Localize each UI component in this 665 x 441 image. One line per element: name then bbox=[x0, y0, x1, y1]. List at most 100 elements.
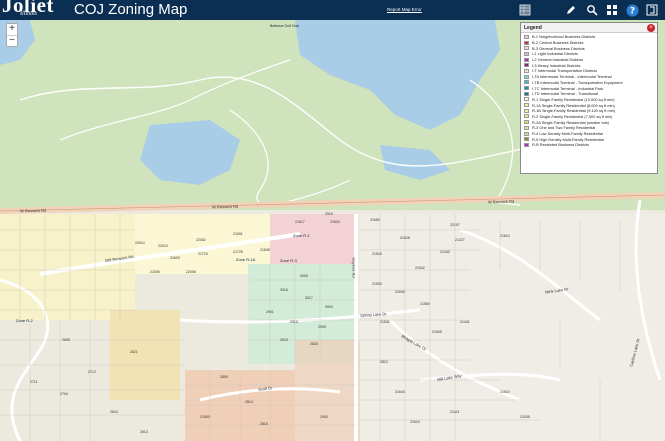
parcel-label: 22008 bbox=[150, 270, 160, 274]
share-button[interactable] bbox=[645, 3, 659, 17]
legend-label: R-1A Single-Family Residential (8,000 sq… bbox=[532, 102, 615, 108]
legend-label: R-4 Low Density Multi-Family Residential bbox=[532, 131, 603, 137]
parcel-label: 2621 bbox=[130, 350, 138, 354]
parcel-label: 2605 bbox=[62, 338, 70, 342]
legend-header: Legend × bbox=[521, 23, 657, 33]
parcel-label: 21608 bbox=[260, 248, 270, 252]
city-logo[interactable]: Joliet Illinois bbox=[0, 0, 62, 20]
legend-label: R-2A Single-Family Residential (smaller … bbox=[532, 119, 609, 125]
parcel-label: 21540 bbox=[395, 290, 405, 294]
parcel-label: 22107 bbox=[450, 223, 460, 227]
search-icon bbox=[587, 5, 598, 16]
svg-text:?: ? bbox=[629, 6, 634, 16]
pencil-icon bbox=[567, 6, 575, 14]
logo-subtext: Illinois bbox=[20, 11, 38, 17]
parcel-label: 2711 bbox=[30, 380, 38, 384]
parcel-label: 21619 bbox=[410, 420, 420, 424]
header-bar: Joliet Illinois COJ Zoning Map Report Ma… bbox=[0, 0, 665, 20]
parcel-label: 21605 bbox=[432, 330, 442, 334]
legend-label: I-TB Intermodal Terminal - Transportatio… bbox=[532, 79, 623, 85]
legend-swatch bbox=[524, 57, 529, 62]
parcel-label: 2916 bbox=[325, 212, 333, 216]
legend-label: I-TA Intermodal Terminal - Intermodal Te… bbox=[532, 74, 612, 80]
legend-swatch bbox=[524, 120, 529, 125]
parcel-label: 2815 bbox=[260, 422, 268, 426]
parcel-label: 21600 bbox=[200, 415, 210, 419]
legend-label: I-1 Light Industrial Districts bbox=[532, 51, 578, 57]
search-button[interactable] bbox=[585, 3, 599, 17]
parcel-label: 2624 bbox=[110, 410, 118, 414]
draw-button[interactable] bbox=[564, 3, 578, 17]
basemap-button[interactable] bbox=[518, 3, 532, 17]
parcel-label: 2823 bbox=[380, 360, 388, 364]
parcel-label: 21531 bbox=[380, 320, 390, 324]
zone-label-r2: Zone R-2 bbox=[16, 318, 33, 323]
parcel-label: 2910 bbox=[290, 320, 298, 324]
legend-label: R-B Restricted Business Districts bbox=[532, 142, 590, 148]
legend-swatch bbox=[524, 97, 529, 102]
parcel-label: 21530 bbox=[372, 282, 382, 286]
road-label-renwick-far-west: W Renwick Rd bbox=[19, 207, 47, 214]
zone-label-r1: Zone R-1 bbox=[293, 233, 310, 238]
parcel-label: 21431 bbox=[460, 320, 470, 324]
parcel-label: 21411 bbox=[450, 410, 460, 414]
zoom-control: + − bbox=[6, 23, 18, 47]
legend-swatch bbox=[524, 51, 529, 56]
help-button[interactable]: ? bbox=[625, 3, 639, 17]
parcel-label: 2915 bbox=[280, 338, 288, 342]
share-icon bbox=[646, 4, 658, 16]
parcel-label: 22014 bbox=[135, 241, 145, 245]
legend-close-button[interactable]: × bbox=[647, 24, 655, 32]
legend-swatch bbox=[524, 74, 529, 79]
legend-swatch bbox=[524, 91, 529, 96]
legend-swatch bbox=[524, 40, 529, 45]
legend-list: B-1 Neighborhood Business Districts B-2 C… bbox=[521, 33, 657, 148]
help-icon: ? bbox=[626, 4, 638, 16]
site-label-golf-club: Bellevue Golf Club bbox=[270, 24, 299, 28]
legend-swatch bbox=[524, 108, 529, 113]
zoning-map-app: Joliet Illinois COJ Zoning Map Report Ma… bbox=[0, 0, 665, 441]
parcel-label: 3005 bbox=[300, 274, 308, 278]
parcel-label: 21550 bbox=[420, 302, 430, 306]
parcel-label: 2900 bbox=[320, 415, 328, 419]
parcel-label: 2712 bbox=[88, 370, 96, 374]
road-label-renwick-east: W Renwick Rd bbox=[487, 198, 515, 205]
layers-button[interactable] bbox=[605, 3, 619, 17]
road-label-gaylord: Gaylord Rd bbox=[351, 257, 357, 278]
legend-label: I-T Intermodal Transportation Districts bbox=[532, 68, 598, 74]
zoom-out-button[interactable]: − bbox=[7, 35, 17, 46]
zoom-in-button[interactable]: + bbox=[7, 24, 17, 35]
legend-label: I-3 Heavy Industrial Districts bbox=[532, 62, 581, 68]
parcel-label: 21510 bbox=[500, 390, 510, 394]
legend-label: I-2 General Industrial Districts bbox=[532, 57, 584, 63]
legend-swatch bbox=[524, 34, 529, 39]
parcel-label: 2814 bbox=[245, 400, 253, 404]
parcel-label: 21650 bbox=[370, 218, 380, 222]
parcel-label: 21620 bbox=[330, 220, 340, 224]
parcel-label: 22010 bbox=[158, 244, 168, 248]
parcel-label: 21542 bbox=[415, 266, 425, 270]
legend-swatch bbox=[524, 114, 529, 119]
legend-swatch bbox=[524, 142, 529, 147]
legend-label: B-1 Neighborhood Business Districts bbox=[532, 34, 596, 40]
parcel-label: 21601 bbox=[233, 232, 243, 236]
parcel-label: 21617 bbox=[295, 220, 305, 224]
legend-swatch bbox=[524, 46, 529, 51]
parcel-label: 21725 bbox=[233, 250, 243, 254]
legend-swatch bbox=[524, 63, 529, 68]
parcel-label: 21628 bbox=[400, 236, 410, 240]
parcel-label: 21535 bbox=[520, 415, 530, 419]
legend-swatch bbox=[524, 137, 529, 142]
parcel-label: 2809 bbox=[220, 375, 228, 379]
report-map-error-link[interactable]: Report Map Error bbox=[387, 7, 422, 12]
legend-swatch bbox=[524, 103, 529, 108]
legend-swatch bbox=[524, 86, 529, 91]
basemap-icon bbox=[519, 4, 531, 16]
legend-swatch bbox=[524, 80, 529, 85]
legend-label: R-1 Single-Family Residential (10,000 sq… bbox=[532, 96, 615, 102]
legend-title: Legend bbox=[524, 25, 542, 31]
parcel-label: 2901 bbox=[266, 310, 274, 314]
legend-label: R-1B Single-Family Residential (9,100 sq… bbox=[532, 108, 616, 114]
parcel-label: 21443 bbox=[440, 250, 450, 254]
parcel-label: 21644 bbox=[395, 390, 405, 394]
